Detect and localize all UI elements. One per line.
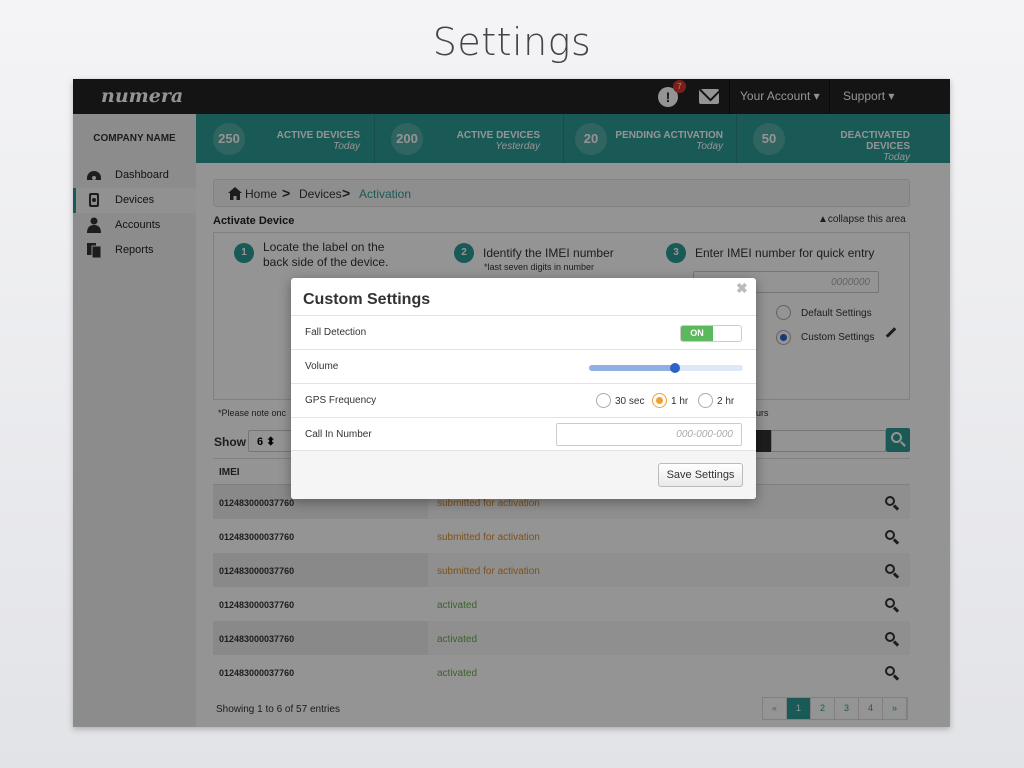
call-in-number-input[interactable]: 000-000-000 [556, 423, 742, 446]
close-icon[interactable]: ✖ [736, 280, 748, 297]
gps-2hr-label: 2 hr [717, 396, 735, 407]
volume-slider-fill [589, 365, 676, 371]
fall-detection-label: Fall Detection [305, 327, 367, 338]
slide-title: Settings [432, 20, 592, 64]
fall-detection-row: Fall Detection ON [291, 315, 756, 349]
volume-slider-handle[interactable] [670, 363, 681, 373]
gps-30sec-radio[interactable] [596, 393, 611, 408]
call-in-number-label: Call In Number [305, 429, 372, 440]
custom-settings-modal: Custom Settings ✖ Fall Detection ON Volu… [291, 278, 756, 499]
volume-label: Volume [305, 361, 339, 372]
gps-frequency-row: GPS Frequency 30 sec 1 hr 2 hr [291, 383, 756, 417]
gps-frequency-label: GPS Frequency [305, 395, 377, 406]
fall-detection-toggle[interactable]: ON [680, 325, 742, 342]
volume-slider[interactable] [589, 363, 743, 373]
gps-1hr-radio[interactable] [652, 393, 667, 408]
modal-footer: Save Settings [291, 450, 756, 499]
call-in-number-row: Call In Number 000-000-000 [291, 417, 756, 451]
gps-1hr-label: 1 hr [671, 396, 689, 407]
modal-title: Custom Settings [303, 291, 431, 308]
volume-row: Volume [291, 349, 756, 383]
toggle-state: ON [681, 326, 713, 341]
gps-2hr-radio[interactable] [698, 393, 713, 408]
gps-30sec-label: 30 sec [615, 396, 645, 407]
save-settings-button[interactable]: Save Settings [658, 463, 743, 487]
